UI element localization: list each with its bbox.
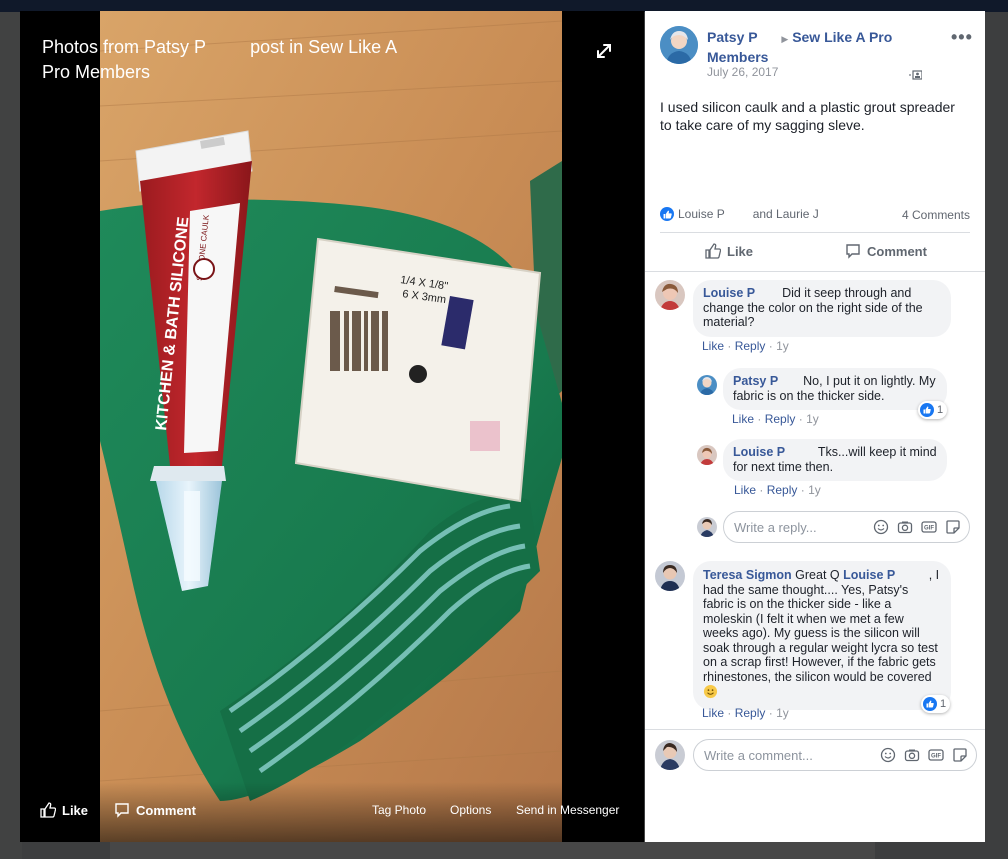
comment-input-tools: GIF: [880, 747, 968, 763]
comment-time[interactable]: 1y: [776, 706, 789, 720]
gif-icon[interactable]: GIF: [928, 747, 944, 763]
post-comment-button[interactable]: Comment: [845, 243, 927, 259]
reactor-name: Louise P: [678, 207, 725, 221]
photo-comment-label: Comment: [136, 802, 196, 818]
my-avatar: [655, 740, 685, 770]
comment-input[interactable]: Write a comment... GIF: [693, 739, 977, 771]
reply-time[interactable]: 1y: [808, 483, 821, 497]
post-author-link[interactable]: Patsy P: [707, 29, 758, 45]
photo-like-label: Like: [62, 802, 89, 818]
reply-reaction-count[interactable]: 1: [918, 401, 948, 419]
privacy-group-icon[interactable]: [908, 67, 923, 80]
reply-input-tools: GIF: [873, 519, 961, 535]
like-reaction-icon: [920, 403, 934, 417]
divider: [660, 232, 970, 233]
reply-input-placeholder: Write a reply...: [734, 519, 817, 535]
reply-bubble: Louise P Tks...will keep it mind for nex…: [723, 439, 947, 481]
post-date[interactable]: July 26, 2017: [707, 65, 778, 79]
sticker-icon[interactable]: [952, 747, 968, 763]
reply-time[interactable]: 1y: [806, 412, 819, 426]
divider: [645, 271, 985, 272]
divider: [645, 729, 985, 730]
like-reaction-icon: [923, 697, 937, 711]
comment-mention-link[interactable]: Louise P: [843, 568, 895, 582]
post-side-panel: Patsy P ▶ Sew Like A Pro Members July 26…: [645, 11, 985, 842]
like-thumb-icon: [705, 243, 721, 259]
reply-author-link[interactable]: Louise P: [733, 445, 785, 459]
post-text: I used silicon caulk and a plastic grout…: [660, 99, 955, 133]
comments-count[interactable]: 4 Comments: [902, 208, 970, 222]
reply-reply-link[interactable]: Reply: [765, 412, 796, 426]
reply-reply-link[interactable]: Reply: [767, 483, 798, 497]
photo-comment-button[interactable]: Comment: [114, 802, 196, 818]
reply-like-link[interactable]: Like: [734, 483, 756, 497]
comment-bubble: Teresa Sigmon Great Q Louise P , I had t…: [693, 561, 951, 710]
comment-icon: [846, 244, 860, 259]
my-avatar: [697, 517, 717, 537]
expand-icon[interactable]: [594, 41, 614, 61]
like-reaction-icon: [660, 207, 674, 221]
reply-like-link[interactable]: Like: [732, 412, 754, 426]
comment-reaction-count[interactable]: 1: [921, 695, 951, 713]
comment-author-link[interactable]: Teresa Sigmon: [703, 568, 792, 582]
comment-bubble: Louise P Did it seep through and change …: [693, 280, 951, 337]
comment-author-link[interactable]: Louise P: [703, 286, 755, 300]
emoji-icon[interactable]: [873, 519, 889, 535]
comment-text: , I had the same thought.... Yes, Patsy'…: [703, 568, 940, 684]
replier-avatar[interactable]: [697, 445, 717, 465]
camera-icon[interactable]: [904, 747, 920, 763]
gif-icon[interactable]: GIF: [921, 519, 937, 535]
reaction-count: 1: [940, 698, 947, 710]
post-like-label: Like: [727, 243, 754, 259]
camera-icon[interactable]: [897, 519, 913, 535]
replier-avatar[interactable]: [697, 375, 717, 395]
comment-actions: Like · Reply · 1y: [702, 339, 789, 353]
reactor-others: and Laurie J: [752, 207, 819, 221]
comment-like-link[interactable]: Like: [702, 706, 724, 720]
comment-text-lead: Great Q: [795, 568, 840, 582]
photo-like-button[interactable]: Like: [40, 802, 88, 818]
reply-actions: Like · Reply · 1y: [734, 483, 821, 497]
comment-reply-link[interactable]: Reply: [735, 339, 766, 353]
comment-reply-link[interactable]: Reply: [735, 706, 766, 720]
post-like-button[interactable]: Like: [705, 243, 753, 259]
grout-spreader: 1/4 X 1/8" 6 X 3mm: [294, 237, 542, 503]
post-header: Patsy P ▶ Sew Like A Pro Members: [707, 28, 917, 66]
photo-title-owner[interactable]: Photos from Patsy P: [42, 37, 206, 57]
author-avatar[interactable]: [660, 26, 698, 64]
like-thumb-icon: [40, 802, 56, 818]
options-link[interactable]: Options: [450, 803, 491, 817]
photo-stage: 1/4 X 1/8" 6 X 3mm KITCHEN & BATH SILICO…: [20, 11, 644, 842]
svg-text:GIF: GIF: [931, 754, 941, 760]
reaction-count: 1: [937, 404, 944, 416]
svg-text:GIF: GIF: [924, 526, 934, 532]
comment-actions: Like · Reply · 1y: [702, 706, 789, 720]
reply-actions: Like · Reply · 1y: [732, 412, 819, 426]
sticker-icon[interactable]: [945, 519, 961, 535]
comment-time[interactable]: 1y: [776, 339, 789, 353]
tag-photo-link[interactable]: Tag Photo: [372, 803, 426, 817]
post-photo[interactable]: 1/4 X 1/8" 6 X 3mm KITCHEN & BATH SILICO…: [100, 11, 562, 842]
reply-input[interactable]: Write a reply... GIF: [723, 511, 970, 543]
comment-like-link[interactable]: Like: [702, 339, 724, 353]
reply-author-link[interactable]: Patsy P: [733, 374, 778, 388]
reaction-summary[interactable]: Louise P and Laurie J: [660, 207, 819, 221]
more-options-icon[interactable]: •••: [951, 27, 973, 48]
send-in-messenger-link[interactable]: Send in Messenger: [516, 803, 619, 817]
post-comment-label: Comment: [867, 243, 927, 259]
commenter-avatar[interactable]: [655, 561, 685, 591]
comment-input-placeholder: Write a comment...: [704, 747, 813, 763]
commenter-avatar[interactable]: [655, 280, 685, 310]
smile-emoji-icon: [703, 684, 718, 703]
emoji-icon[interactable]: [880, 747, 896, 763]
shared-to-arrow-icon: ▶: [781, 34, 789, 44]
reply-bubble: Patsy P No, I put it on lightly. My fabr…: [723, 368, 947, 410]
comment-icon: [115, 803, 129, 818]
photo-title: Photos from Patsy Ppost in Sew Like A Pr…: [42, 35, 402, 85]
